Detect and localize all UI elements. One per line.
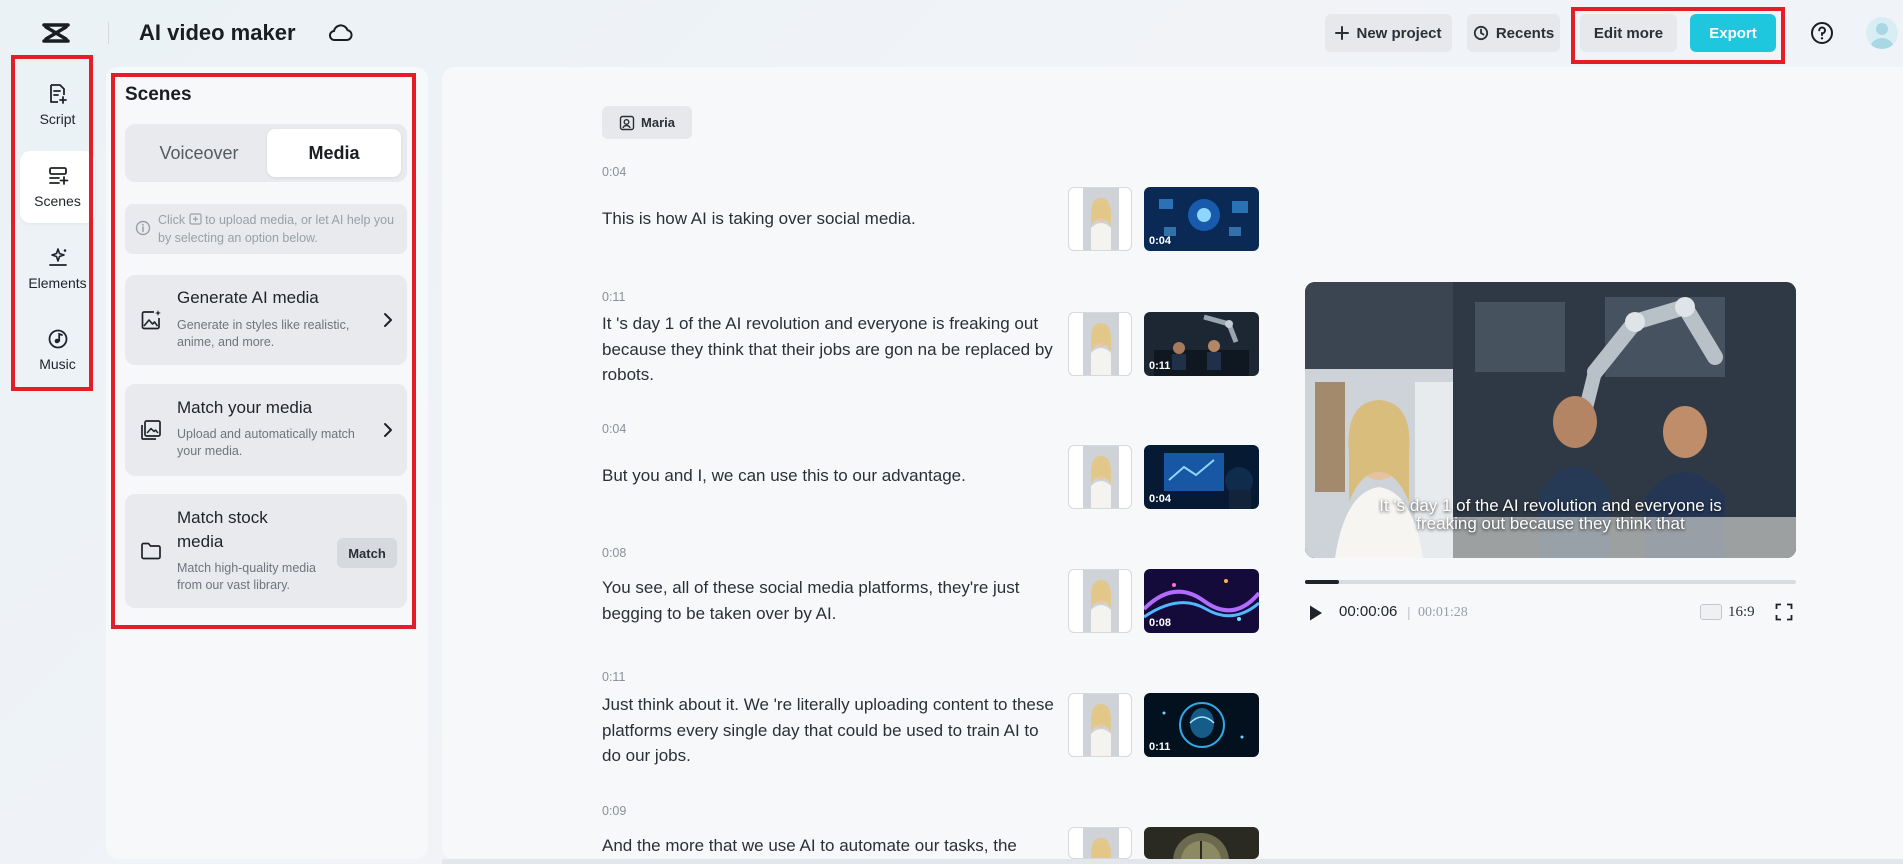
rail-item-script[interactable]: Script [20, 69, 95, 141]
total-time: 00:01:28 [1418, 605, 1468, 620]
scene-text[interactable]: And the more that we use AI to automate … [602, 833, 1054, 859]
rail-label-elements: Elements [28, 275, 87, 291]
rail-item-scenes[interactable]: Scenes [20, 151, 95, 223]
rail-label-music: Music [39, 356, 76, 372]
cloud-sync-icon[interactable] [328, 23, 354, 43]
user-avatar[interactable] [1866, 17, 1898, 49]
time-separator: | [1407, 604, 1411, 620]
generate-ai-media-card[interactable]: Generate AI media Generate in styles lik… [125, 275, 407, 365]
panel-title: Scenes [125, 84, 192, 105]
tab-voiceover[interactable]: Voiceover [131, 129, 267, 177]
card-description: Match high-quality media from our vast l… [177, 561, 316, 592]
recents-button[interactable]: Recents [1467, 14, 1560, 52]
new-project-label: New project [1356, 24, 1442, 42]
card-description: Generate in styles like realistic, anime… [177, 318, 350, 349]
scene-duration: 0:09 [602, 804, 627, 818]
scene-media-thumbnail[interactable]: 0:11 [1144, 312, 1259, 376]
scene-duration: 0:04 [602, 422, 627, 436]
upload-hint-text: Click to upload media, or let AI help yo… [158, 211, 402, 247]
match-stock-media-card[interactable]: Match stock media Match high-quality med… [125, 494, 407, 608]
match-button[interactable]: Match [337, 538, 397, 568]
card-title: Match stock media [177, 508, 268, 551]
match-your-media-card[interactable]: Match your media Upload and automaticall… [125, 384, 407, 476]
upload-hint: Click to upload media, or let AI help yo… [125, 204, 407, 254]
speaker-name: Maria [641, 115, 675, 130]
scene-text[interactable]: Just think about it. We 're literally up… [602, 692, 1054, 769]
card-title: Match your media [177, 398, 313, 417]
help-icon[interactable] [1810, 21, 1834, 45]
elements-icon [48, 248, 67, 266]
scene-avatar-thumbnail[interactable] [1068, 827, 1132, 859]
voice-avatar-icon [619, 115, 635, 130]
current-time: 00:00:06 [1339, 603, 1398, 620]
edit-more-button[interactable]: Edit more [1580, 14, 1677, 52]
recents-label: Recents [1495, 24, 1555, 42]
fullscreen-icon[interactable] [1775, 603, 1793, 621]
chevron-right-icon [384, 313, 392, 327]
media-duration: 0:08 [1149, 617, 1172, 629]
scene-media-thumbnail[interactable] [1144, 827, 1259, 859]
aspect-ratio-label[interactable]: 16:9 [1728, 604, 1755, 621]
scenes-icon [48, 167, 68, 185]
new-project-button[interactable]: New project [1325, 14, 1452, 52]
scene-avatar-thumbnail[interactable] [1068, 187, 1132, 251]
chevron-right-icon [384, 423, 392, 437]
script-icon [49, 84, 67, 104]
media-duration: 0:04 [1149, 235, 1172, 247]
card-title: Generate AI media [177, 288, 319, 307]
ai-image-icon [141, 310, 161, 330]
folder-icon [141, 542, 161, 560]
info-icon [135, 220, 151, 236]
top-bar: AI video maker New project Recents Edit … [0, 0, 1903, 66]
horizontal-scrollbar[interactable] [442, 859, 1903, 864]
scene-media-thumbnail[interactable]: 0:08 [1144, 569, 1259, 633]
scene-media-thumbnail[interactable]: 0:04 [1144, 445, 1259, 509]
music-icon [48, 329, 67, 349]
scene-text[interactable]: But you and I, we can use this to our ad… [602, 463, 1054, 489]
media-duration: 0:11 [1149, 360, 1171, 372]
video-preview[interactable]: It 's day 1 of the AI revolution and eve… [1305, 282, 1796, 558]
plus-icon [1335, 26, 1350, 40]
scene-duration: 0:11 [602, 670, 626, 684]
tab-media[interactable]: Media [267, 129, 401, 177]
caption-line: freaking out because they think that [1416, 514, 1685, 533]
scene-avatar-thumbnail[interactable] [1068, 312, 1132, 376]
rail-label-scenes: Scenes [34, 193, 81, 209]
caption-line: It 's day 1 of the AI revolution and eve… [1379, 496, 1722, 515]
play-icon[interactable] [1308, 604, 1324, 622]
speaker-chip[interactable]: Maria [602, 106, 692, 139]
aspect-ratio-icon[interactable] [1700, 604, 1722, 620]
scene-avatar-thumbnail[interactable] [1068, 569, 1132, 633]
clock-history-icon [1473, 25, 1488, 41]
card-description: Upload and automatically match your medi… [177, 427, 355, 458]
scene-media-thumbnail[interactable]: 0:04 [1144, 187, 1259, 251]
media-library-icon [141, 420, 161, 440]
media-type-toggle: Voiceover Media [125, 124, 407, 182]
rail-item-music[interactable]: Music [20, 314, 95, 386]
progress-fill [1305, 580, 1340, 584]
header-divider [108, 22, 109, 44]
scene-text[interactable]: You see, all of these social media platf… [602, 575, 1054, 626]
rail-label-script: Script [39, 111, 76, 127]
media-duration: 0:11 [1149, 741, 1171, 753]
upload-media-icon[interactable] [188, 213, 202, 225]
scene-text[interactable]: This is how AI is taking over social med… [602, 206, 1054, 232]
hint-prefix: Click [158, 213, 186, 227]
export-button[interactable]: Export [1690, 14, 1776, 52]
page-title: AI video maker [139, 20, 296, 45]
rail-item-elements[interactable]: Elements [20, 233, 95, 305]
scene-duration: 0:08 [602, 546, 627, 560]
scene-text[interactable]: It 's day 1 of the AI revolution and eve… [602, 311, 1054, 388]
scene-avatar-thumbnail[interactable] [1068, 693, 1132, 757]
scene-media-thumbnail[interactable]: 0:11 [1144, 693, 1259, 757]
video-caption: It 's day 1 of the AI revolution and eve… [1305, 497, 1796, 533]
scene-duration: 0:04 [602, 165, 627, 179]
scene-avatar-thumbnail[interactable] [1068, 445, 1132, 509]
capcut-logo-icon[interactable] [40, 18, 72, 48]
playback-progress-bar[interactable] [1305, 580, 1796, 584]
scene-duration: 0:11 [602, 290, 626, 304]
media-duration: 0:04 [1149, 493, 1172, 505]
